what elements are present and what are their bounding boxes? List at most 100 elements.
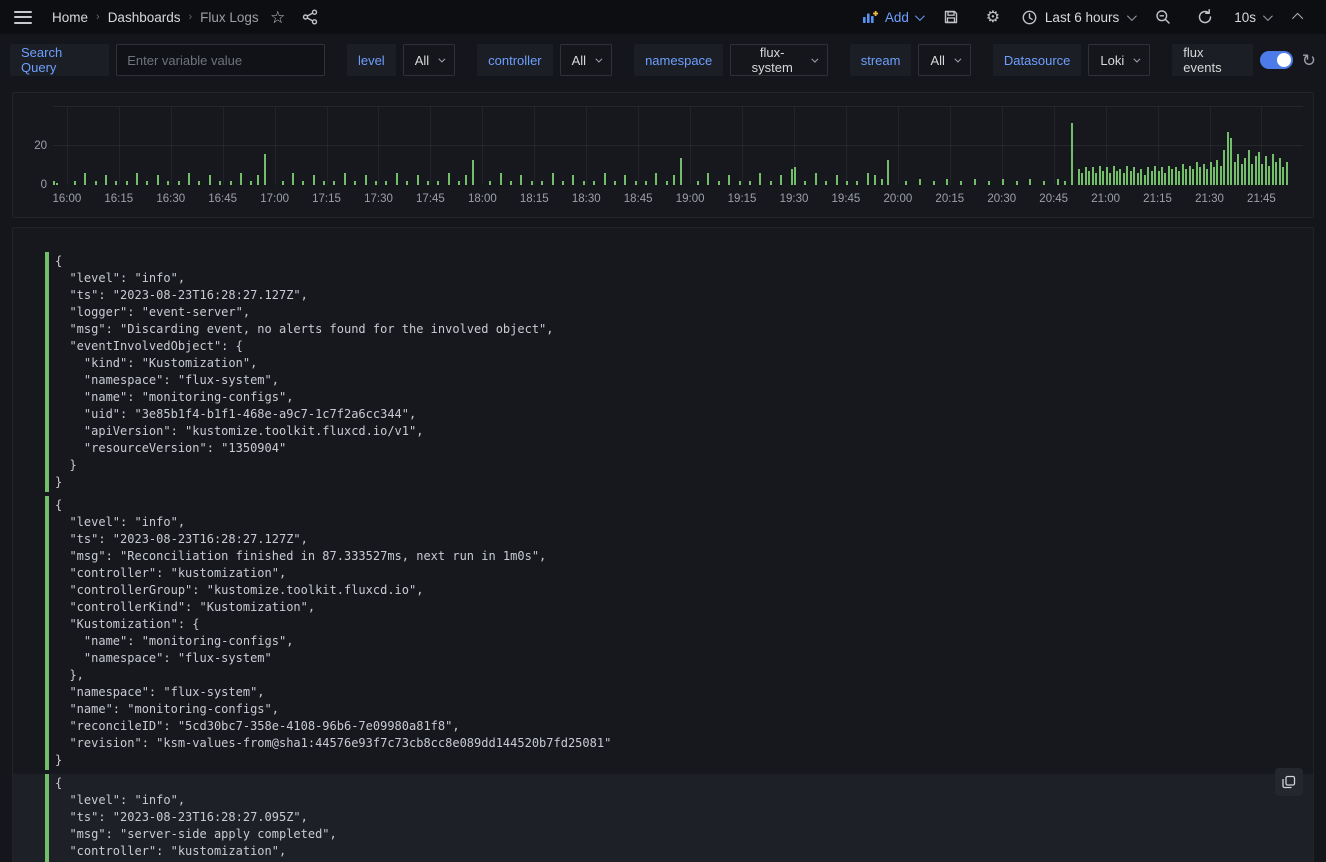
toggle-knob [1277,53,1291,67]
refresh-interval-label: 10s [1234,10,1256,25]
variable-value-dropdown-datasource[interactable]: Loki [1088,44,1150,76]
log-volume-bar [365,175,367,185]
log-volume-bar [1237,154,1239,185]
log-volume-bar [1272,154,1274,185]
zoom-out-time-button[interactable] [1150,4,1176,30]
log-volume-bar [933,181,935,185]
log-volume-bar [856,181,858,185]
vertical-gridline [898,107,899,185]
collapse-topbar-button[interactable] [1286,4,1312,30]
variable-controller: controllerAll [477,44,612,76]
menu-toggle-button[interactable] [10,4,36,30]
save-dashboard-button[interactable] [938,4,964,30]
log-volume-bar [905,181,907,185]
log-volume-bar [56,183,58,185]
log-volume-bar [1116,171,1118,185]
log-entry[interactable]: { "level": "info", "ts": "2023-08-23T16:… [13,252,1313,492]
variable-value-dropdown-level[interactable]: All [403,44,455,76]
log-volume-bar [313,175,315,185]
x-axis-tick-label: 21:00 [1091,193,1120,205]
share-dashboard-button[interactable] [297,4,323,30]
log-volume-bar [282,181,284,185]
log-entry[interactable]: { "level": "info", "ts": "2023-08-23T16:… [13,774,1313,862]
log-volume-bar [115,181,117,185]
log-volume-bar [718,181,720,185]
log-volume-bar [1227,132,1229,185]
variable-value-dropdown-stream[interactable]: All [918,44,970,76]
x-axis-tick-label: 16:30 [156,193,185,205]
log-volume-bar [846,181,848,185]
chevron-down-icon [1127,11,1137,21]
refresh-interval-dropdown[interactable]: 10s [1234,10,1270,25]
log-volume-bar [188,173,190,185]
log-volume-bar [1210,162,1212,185]
vertical-gridline [327,107,328,185]
log-volume-bar [302,181,304,185]
log-volume-bar [1192,169,1194,185]
x-axis-tick-label: 16:45 [208,193,237,205]
chevron-down-icon [1134,55,1141,62]
variable-value-datasource: Loki [1100,53,1124,68]
log-volume-bar [264,154,266,185]
log-volume-bar [1223,150,1225,185]
vertical-gridline [690,107,691,185]
time-range-picker[interactable]: Last 6 hours [1022,10,1134,25]
copy-log-button[interactable] [1275,768,1303,796]
log-volume-bar [323,181,325,185]
log-volume-bar [635,181,637,185]
log-volume-bar [458,181,460,185]
log-volume-bar [1154,166,1156,186]
log-entry-json: { "level": "info", "ts": "2023-08-23T16:… [45,774,1273,862]
variable-value-dropdown-controller[interactable]: All [560,44,612,76]
log-volume-bar [1113,166,1115,186]
log-entry-text: { "level": "info", "ts": "2023-08-23T16:… [55,253,1273,491]
variable-value-dropdown-namespace[interactable]: flux-system [730,44,827,76]
log-volume-bar [1071,123,1073,185]
add-panel-button[interactable]: Add [862,10,922,25]
flux-events-toggle[interactable] [1260,51,1292,69]
x-axis-tick-label: 21:30 [1195,193,1224,205]
x-axis-tick-label: 20:30 [987,193,1016,205]
log-volume-bar [1099,166,1101,186]
log-volume-bar [1057,179,1059,185]
x-axis-tick-label: 18:00 [468,193,497,205]
log-volume-bar [1185,169,1187,185]
x-axis-tick-label: 20:00 [883,193,912,205]
log-entry-text: { "level": "info", "ts": "2023-08-23T16:… [55,775,1273,862]
log-volume-bar [240,173,242,185]
breadcrumb-home[interactable]: Home [52,10,88,25]
variable-label-level: level [347,44,396,76]
log-volume-bar [500,173,502,185]
log-volume-bar [126,181,128,185]
log-volume-bar [1081,173,1083,185]
refresh-variables-button[interactable]: ↻ [1302,52,1316,69]
search-query-input[interactable] [116,44,325,76]
sync-icon: ↻ [1302,51,1316,70]
log-volume-bar [1178,171,1180,185]
log-volume-bar [624,175,626,185]
add-label: Add [885,10,909,25]
log-volume-bar [95,181,97,185]
log-volume-bar [1220,166,1222,186]
breadcrumb-dashboards[interactable]: Dashboards [108,10,181,25]
log-volume-bar [250,181,252,185]
log-volume-bar [749,181,751,185]
chart-plot-area[interactable] [53,107,1303,185]
time-range-label: Last 6 hours [1045,10,1119,25]
log-volume-bar [562,181,564,185]
log-volume-bar [1279,158,1281,185]
log-volume-bar [739,181,741,185]
dashboard-settings-button[interactable]: ⚙ [980,4,1006,30]
log-volume-bar [1102,171,1104,185]
log-volume-bar [804,181,806,185]
vertical-gridline [223,107,224,185]
favorite-star-button[interactable]: ☆ [265,4,291,30]
refresh-dashboard-button[interactable] [1192,4,1218,30]
x-axis-tick-label: 17:45 [416,193,445,205]
variable-label-datasource: Datasource [993,44,1081,76]
log-volume-bar [836,175,838,185]
log-volume-bar [292,173,294,185]
log-volume-bar [489,181,491,185]
log-entry[interactable]: { "level": "info", "ts": "2023-08-23T16:… [13,496,1313,770]
hamburger-icon [14,11,32,24]
